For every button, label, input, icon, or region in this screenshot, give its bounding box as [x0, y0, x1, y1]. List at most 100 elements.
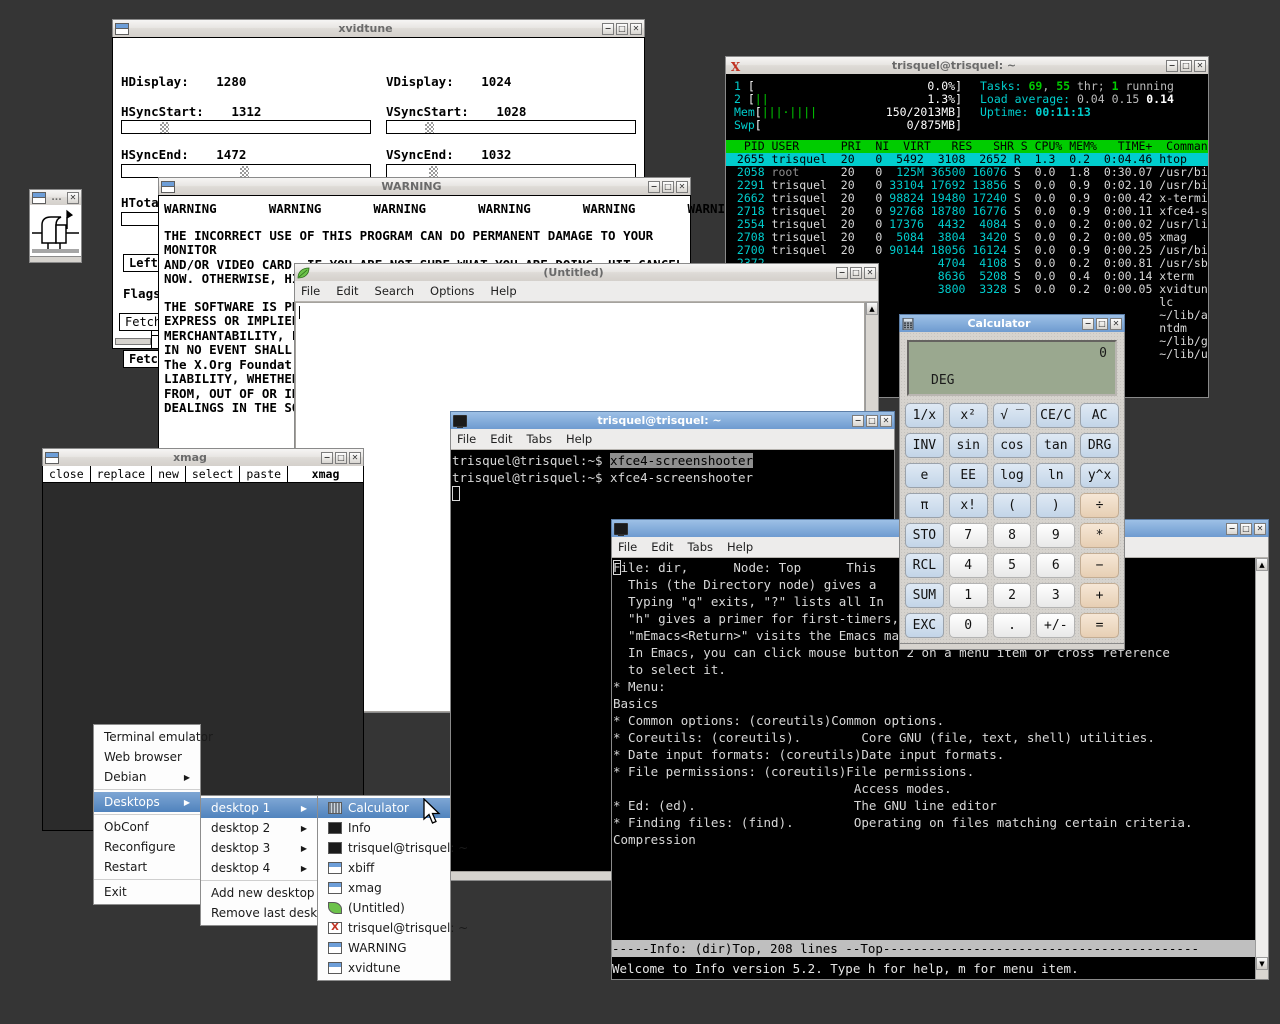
calc-key-sum[interactable]: SUM — [905, 583, 944, 608]
leafpad-menubar[interactable]: File Edit Search Options Help — [295, 281, 878, 302]
calc-key-3[interactable]: 3 — [1036, 583, 1076, 608]
slider-thumb[interactable] — [425, 122, 434, 133]
close-icon[interactable]: ✕ — [864, 266, 876, 279]
calc-key-[interactable]: π — [905, 493, 944, 518]
slider-thumb[interactable] — [160, 122, 169, 133]
xmag-paste-button[interactable]: paste — [240, 466, 289, 482]
slider-thumb[interactable] — [240, 166, 249, 177]
scroll-down-icon[interactable]: ▼ — [1256, 957, 1268, 970]
info-window-buttons[interactable]: − □ ✕ — [1226, 522, 1266, 535]
window-xmag[interactable]: xmag − □ ✕ close replace new select past… — [42, 448, 364, 831]
calculator-window-buttons[interactable]: − □ ✕ — [1082, 317, 1122, 330]
xmag-select-button[interactable]: select — [186, 466, 241, 482]
leafpad-titlebar[interactable]: (Untitled) − □ ✕ — [294, 263, 879, 281]
close-icon[interactable]: ✕ — [67, 191, 79, 204]
maximize-icon[interactable]: □ — [662, 180, 674, 193]
calc-key-8[interactable]: 8 — [992, 523, 1032, 548]
menu-help[interactable]: Help — [566, 432, 592, 446]
minimize-icon[interactable]: − — [1166, 59, 1178, 72]
minimize-icon[interactable]: − — [1226, 522, 1238, 535]
minimize-icon[interactable]: − — [648, 180, 660, 193]
calc-key-[interactable]: + — [1080, 583, 1119, 608]
slider-vsyncstart[interactable] — [386, 120, 636, 134]
calc-key-exc[interactable]: EXC — [905, 613, 944, 638]
xmag-new-button[interactable]: new — [152, 466, 186, 482]
calc-key-6[interactable]: 6 — [1036, 553, 1076, 578]
menu-edit[interactable]: Edit — [490, 432, 512, 446]
menu-file[interactable]: File — [618, 540, 637, 554]
maximize-icon[interactable]: □ — [1240, 522, 1252, 535]
xmag-magnify-area[interactable] — [43, 483, 363, 830]
minimize-icon[interactable]: − — [836, 266, 848, 279]
menu-options[interactable]: Options — [430, 284, 474, 298]
scroll-up-icon[interactable]: ▲ — [1256, 558, 1268, 571]
menu-search[interactable]: Search — [375, 284, 415, 298]
menu-tabs[interactable]: Tabs — [527, 432, 552, 446]
slider-hsyncend[interactable] — [121, 164, 371, 178]
calc-key-rcl[interactable]: RCL — [905, 553, 944, 578]
calc-key-cec[interactable]: CE/C — [1036, 403, 1076, 428]
close-icon[interactable]: ✕ — [349, 451, 361, 464]
calc-key-e[interactable]: e — [905, 463, 944, 488]
menu-file[interactable]: File — [457, 432, 476, 446]
slider-thumb[interactable] — [429, 166, 438, 177]
close-icon[interactable]: ✕ — [1194, 59, 1206, 72]
desktops-menu-item-desktop-2[interactable]: desktop 2 ▶ — [201, 818, 317, 838]
close-icon[interactable]: ✕ — [1254, 522, 1266, 535]
calc-key-ln[interactable]: ln — [1036, 463, 1076, 488]
window-xbiff[interactable]: ... ✕ — [29, 189, 82, 263]
calc-key-[interactable]: * — [1080, 523, 1119, 548]
xmag-close-button[interactable]: close — [43, 466, 91, 482]
calc-key-5[interactable]: 5 — [992, 553, 1032, 578]
menu-file[interactable]: File — [301, 284, 320, 298]
desktops-menu-item-desktop-4[interactable]: desktop 4 ▶ — [201, 858, 317, 878]
xbiff-titlebar[interactable]: ... ✕ — [29, 189, 82, 205]
root-menu[interactable]: Terminal emulator Web browser Debian ▶ Deskt… — [93, 724, 213, 905]
htop-titlebar[interactable]: X trisquel@trisquel: ~ − □ ✕ — [725, 56, 1209, 74]
xvidtune-titlebar[interactable]: xvidtune − □ ✕ — [112, 19, 645, 37]
calc-key-yx[interactable]: y^x — [1080, 463, 1119, 488]
slider-vsyncend[interactable] — [386, 164, 636, 178]
calc-key-ee[interactable]: EE — [948, 463, 988, 488]
desktops-menu-item-remove-last-desktop[interactable]: Remove last desktop — [201, 903, 337, 923]
close-icon[interactable]: ✕ — [1110, 317, 1122, 330]
calc-key-[interactable]: √ ‾ — [992, 403, 1032, 428]
calc-key-2[interactable]: 2 — [992, 583, 1032, 608]
slider-hsyncstart[interactable] — [121, 120, 371, 134]
calc-key-1x[interactable]: 1/x — [905, 403, 944, 428]
scroll-track[interactable] — [1256, 571, 1268, 957]
info-scrollbar[interactable]: ▲ ▼ — [1255, 558, 1268, 979]
maximize-icon[interactable]: □ — [616, 22, 628, 35]
calc-key-[interactable]: ) — [1036, 493, 1076, 518]
calc-key-[interactable]: +/- — [1036, 613, 1076, 638]
root-menu-item-debian[interactable]: Debian ▶ — [94, 767, 200, 787]
calc-key-4[interactable]: 4 — [948, 553, 988, 578]
menu-help[interactable]: Help — [727, 540, 753, 554]
calc-key-[interactable]: − — [1080, 553, 1119, 578]
maximize-icon[interactable]: □ — [1180, 59, 1192, 72]
window-list-item-xbiff[interactable]: xbiff — [318, 858, 450, 878]
desktops-menu-item-desktop-3[interactable]: desktop 3 ▶ — [201, 838, 317, 858]
menu-edit[interactable]: Edit — [336, 284, 358, 298]
warning-titlebar[interactable]: WARNING − □ ✕ — [158, 177, 691, 195]
desktops-menu[interactable]: desktop 1 ▶ desktop 2 ▶ desktop 3 ▶ desktop 4 ▶… — [200, 795, 337, 926]
minimize-icon[interactable]: − — [852, 414, 864, 427]
window-list-item-xvidtune[interactable]: xvidtune — [318, 958, 450, 978]
root-menu-item-restart[interactable]: Restart — [94, 857, 200, 877]
desktops-menu-item-desktop-1[interactable]: desktop 1 ▶ — [201, 798, 317, 818]
xbiff-mailbox-area[interactable] — [29, 205, 82, 257]
desktops-menu-item-add-new-desktop[interactable]: Add new desktop — [201, 883, 317, 903]
window-list-item-xmag[interactable]: xmag — [318, 878, 450, 898]
xmag-toolbar[interactable]: close replace new select paste xmag — [43, 466, 363, 483]
calc-key-sin[interactable]: sin — [948, 433, 988, 458]
window-list-item-trisquel-trisquel-[interactable]: trisquel@trisquel: ~ — [318, 838, 468, 858]
close-icon[interactable]: ✕ — [880, 414, 892, 427]
terminal-titlebar[interactable]: trisquel@trisquel: ~ − □ ✕ — [450, 411, 895, 429]
scroll-up-icon[interactable]: ▲ — [866, 302, 878, 315]
maximize-icon[interactable]: □ — [850, 266, 862, 279]
terminal-window-buttons[interactable]: − □ ✕ — [852, 414, 892, 427]
xmag-titlebar[interactable]: xmag − □ ✕ — [42, 448, 364, 466]
close-icon[interactable]: ✕ — [676, 180, 688, 193]
calc-key-x[interactable]: x! — [948, 493, 988, 518]
terminal-menubar[interactable]: File Edit Tabs Help — [451, 429, 894, 450]
